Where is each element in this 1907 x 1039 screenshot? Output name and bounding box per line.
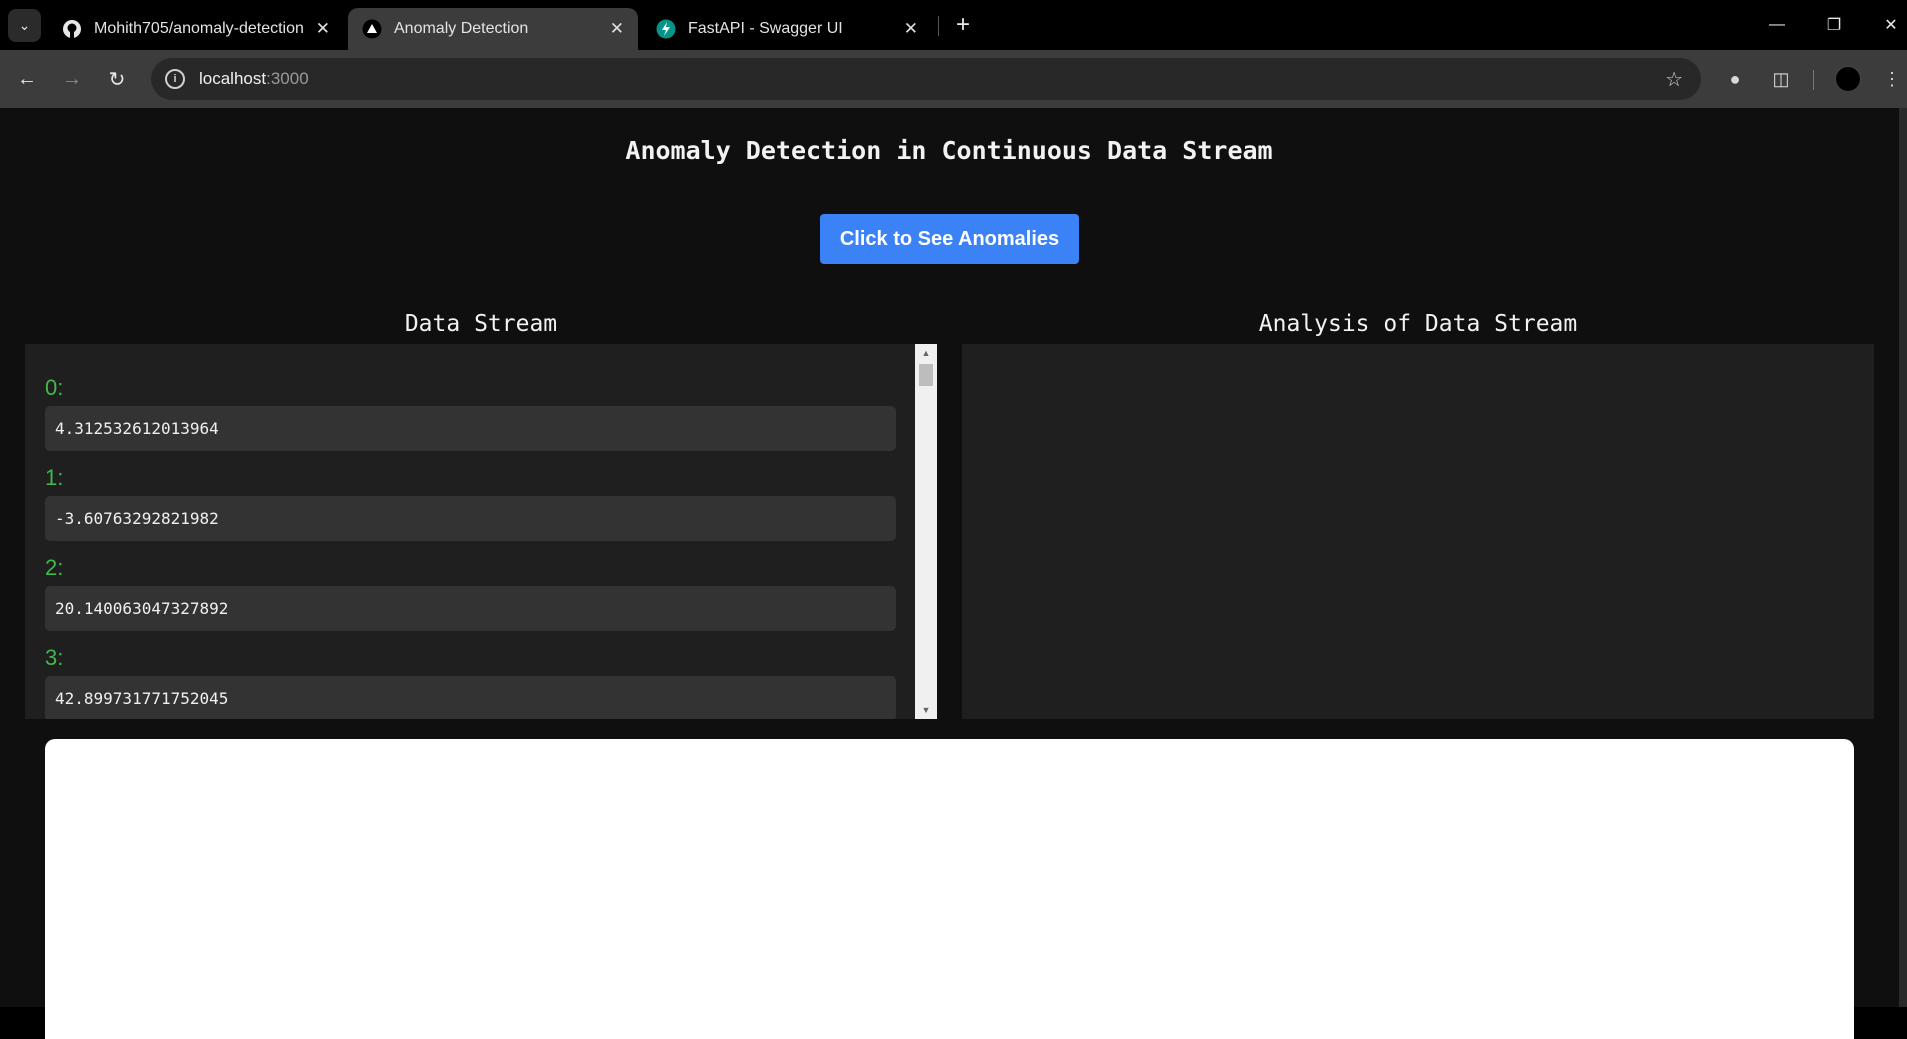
tab-separator bbox=[938, 16, 939, 36]
tab-search-button[interactable]: ⌄ bbox=[8, 9, 41, 42]
analysis-panel bbox=[962, 344, 1874, 719]
stream-index: 1: bbox=[45, 465, 64, 490]
data-stream-list: 0: 4.312532612013964 1: -3.6076329282198… bbox=[45, 374, 896, 719]
site-info-icon[interactable]: i bbox=[165, 69, 185, 89]
address-bar[interactable]: i localhost :3000 ☆ bbox=[151, 58, 1701, 100]
url-port: :3000 bbox=[266, 69, 309, 88]
toolbar-divider bbox=[1813, 70, 1814, 90]
close-icon: ✕ bbox=[1884, 17, 1898, 34]
back-button[interactable]: ← bbox=[12, 64, 42, 94]
new-tab-button[interactable]: + bbox=[948, 10, 978, 40]
arrow-left-icon: ← bbox=[17, 67, 37, 90]
arrow-right-icon: → bbox=[62, 67, 82, 90]
list-item: 3: 42.899731771752045 bbox=[45, 644, 896, 719]
tab-fastapi[interactable]: FastAPI - Swagger UI ✕ bbox=[642, 8, 932, 50]
tab-title: Mohith705/anomaly-detection bbox=[94, 20, 304, 37]
stream-value: 4.312532612013964 bbox=[45, 406, 896, 451]
analysis-heading: Analysis of Data Stream bbox=[1258, 311, 1578, 337]
tab-title: Anomaly Detection bbox=[394, 20, 529, 37]
profile-avatar[interactable] bbox=[1835, 66, 1861, 92]
list-item: 1: -3.60763292821982 bbox=[45, 464, 896, 554]
close-window-button[interactable]: ✕ bbox=[1876, 10, 1906, 40]
bookmark-star-icon[interactable]: ☆ bbox=[1665, 67, 1683, 92]
browser-toolbar: ← → ↻ i localhost :3000 ☆ ● ◫ ⋮ bbox=[0, 50, 1907, 108]
url-host: localhost bbox=[199, 69, 267, 88]
reload-button[interactable]: ↻ bbox=[102, 64, 132, 94]
stream-value: 20.140063047327892 bbox=[45, 586, 896, 631]
reload-icon: ↻ bbox=[108, 68, 126, 91]
tab-anomaly-detection[interactable]: Anomaly Detection ✕ bbox=[348, 8, 638, 50]
tab-bar: ⌄ Mohith705/anomaly-detection ✕ Anomaly … bbox=[0, 0, 1907, 50]
stream-index: 3: bbox=[45, 645, 64, 670]
github-icon bbox=[62, 19, 82, 39]
close-icon[interactable]: ✕ bbox=[904, 19, 918, 39]
data-stream-scrollbar[interactable]: ▲ ▼ bbox=[915, 344, 937, 719]
stream-value: -3.60763292821982 bbox=[45, 496, 896, 541]
stream-index: 0: bbox=[45, 375, 64, 400]
scroll-down-icon[interactable]: ▼ bbox=[915, 701, 937, 719]
plus-icon: + bbox=[955, 11, 970, 38]
chart-area bbox=[45, 739, 1854, 1039]
vercel-triangle-icon bbox=[362, 19, 382, 39]
page-scrollbar-thumb[interactable] bbox=[1899, 108, 1907, 1007]
puzzle-extensions-icon[interactable]: ◫ bbox=[1768, 66, 1794, 92]
page-title: Anomaly Detection in Continuous Data Str… bbox=[625, 136, 1273, 165]
forward-button[interactable]: → bbox=[57, 64, 87, 94]
fastapi-icon bbox=[656, 19, 676, 39]
extension-icon[interactable]: ● bbox=[1722, 66, 1748, 92]
close-icon[interactable]: ✕ bbox=[610, 19, 624, 39]
list-item: 0: 4.312532612013964 bbox=[45, 374, 896, 464]
restore-icon: ❐ bbox=[1826, 17, 1842, 34]
see-anomalies-button[interactable]: Click to See Anomalies bbox=[820, 214, 1079, 264]
more-menu-icon[interactable]: ⋮ bbox=[1879, 66, 1905, 92]
scroll-up-icon[interactable]: ▲ bbox=[915, 344, 937, 362]
list-item: 2: 20.140063047327892 bbox=[45, 554, 896, 644]
chevron-down-icon: ⌄ bbox=[18, 17, 31, 33]
stream-value: 42.899731771752045 bbox=[45, 676, 896, 719]
minimize-icon: — bbox=[1769, 16, 1785, 33]
data-stream-panel[interactable]: 0: 4.312532612013964 1: -3.6076329282198… bbox=[25, 344, 937, 719]
tab-github[interactable]: Mohith705/anomaly-detection ✕ bbox=[48, 8, 344, 50]
minimize-button[interactable]: — bbox=[1762, 10, 1792, 40]
data-stream-heading: Data Stream bbox=[404, 311, 558, 337]
page-scrollbar[interactable] bbox=[1899, 108, 1907, 1007]
page-viewport: Anomaly Detection in Continuous Data Str… bbox=[0, 108, 1907, 1039]
tab-title: FastAPI - Swagger UI bbox=[688, 20, 843, 37]
restore-button[interactable]: ❐ bbox=[1819, 10, 1849, 40]
data-stream-scrollbar-thumb[interactable] bbox=[919, 364, 933, 386]
close-icon[interactable]: ✕ bbox=[316, 19, 330, 39]
stream-index: 2: bbox=[45, 555, 64, 580]
